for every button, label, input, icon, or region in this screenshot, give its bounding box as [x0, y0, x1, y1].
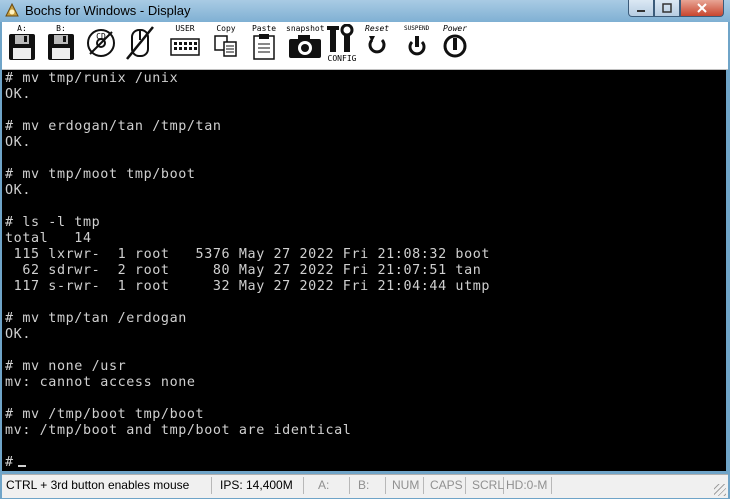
copy-label: Copy	[216, 24, 236, 33]
console-line: # ls -l tmp	[5, 215, 101, 230]
suspend-label: SUSPEND	[404, 25, 430, 32]
window-controls	[628, 0, 724, 18]
bochs-app-icon	[5, 3, 19, 17]
copy-button[interactable]: Copy	[212, 24, 240, 66]
console-line: total 14	[5, 231, 92, 246]
snapshot-label: snapshot	[286, 24, 325, 33]
close-button[interactable]	[680, 0, 724, 17]
power-label: Power	[442, 24, 468, 33]
minimize-icon	[637, 10, 645, 12]
suspend-button[interactable]: SUSPEND	[404, 24, 429, 66]
mouse-disabled-icon	[126, 26, 154, 60]
console-prompt: #	[5, 455, 14, 470]
camera-icon	[289, 35, 322, 58]
console-line: 117 s-rwr- 1 root 32 May 27 2022 Fri 21:…	[5, 279, 491, 294]
floppy-a-label: A:	[17, 24, 27, 33]
maximize-button[interactable]	[654, 0, 680, 17]
snapshot-button[interactable]: snapshot	[286, 24, 325, 66]
close-icon	[697, 3, 707, 13]
config-label: CONFIG	[327, 54, 357, 63]
console-line: 115 lxrwr- 1 root 5376 May 27 2022 Fri 2…	[5, 247, 491, 262]
config-button[interactable]: CONFIG	[327, 24, 357, 66]
user-button[interactable]: USER	[170, 24, 200, 66]
window-title: Bochs for Windows - Display	[25, 3, 191, 18]
paste-button[interactable]: Paste	[250, 24, 278, 66]
console-line: # mv /tmp/boot tmp/boot	[5, 407, 205, 422]
status-ips: IPS: 14,400M	[216, 477, 304, 494]
console-line: mv: cannot access none	[5, 375, 196, 390]
console-line: OK.	[5, 327, 31, 342]
user-label: USER	[175, 24, 195, 33]
console-line: OK.	[5, 87, 31, 102]
status-floppy-a: A:	[314, 477, 350, 494]
power-button[interactable]: Power	[442, 24, 468, 66]
title-bar[interactable]: Bochs for Windows - Display	[0, 0, 730, 22]
cdrom-button[interactable]: CD	[86, 24, 116, 66]
status-num-lock: NUM	[388, 477, 424, 494]
status-scroll-lock: SCRL	[468, 477, 504, 494]
status-bar: CTRL + 3rd button enables mouse IPS: 14,…	[2, 474, 728, 498]
console-line: OK.	[5, 183, 31, 198]
status-hd: HD:0-M	[504, 477, 552, 494]
paste-icon	[253, 34, 275, 60]
floppy-icon	[48, 34, 74, 60]
toolbar: A: B: CD USER Copy Paste snapshot CONFIG…	[2, 22, 728, 70]
reset-label: Reset	[365, 24, 390, 33]
reset-button[interactable]: Reset	[365, 24, 389, 66]
minimize-button[interactable]	[628, 0, 654, 17]
floppy-b-button[interactable]: B:	[46, 24, 76, 66]
console-prompt-line: #	[5, 455, 726, 471]
maximize-icon	[662, 3, 672, 13]
console-line: # mv tmp/runix /unix	[5, 71, 179, 86]
floppy-a-button[interactable]: A:	[7, 24, 37, 66]
mouse-toggle-button[interactable]	[124, 24, 156, 66]
copy-icon	[214, 35, 237, 57]
resize-grip[interactable]	[714, 484, 726, 496]
reset-icon	[368, 36, 386, 54]
floppy-icon	[9, 34, 35, 60]
console-line: # mv none /usr	[5, 359, 127, 374]
paste-label: Paste	[251, 24, 277, 33]
console-line: mv: /tmp/boot and tmp/boot are identical	[5, 423, 352, 438]
console-line: # mv tmp/tan /erdogan	[5, 311, 187, 326]
status-hint: CTRL + 3rd button enables mouse	[2, 477, 212, 494]
power-icon	[443, 34, 467, 58]
keyboard-icon	[170, 38, 200, 56]
console-line: # mv erdogan/tan /tmp/tan	[5, 119, 222, 134]
status-floppy-b: B:	[354, 477, 386, 494]
console-line: # mv tmp/moot tmp/boot	[5, 167, 196, 182]
vga-console[interactable]: # mv tmp/runix /unix OK. # mv erdogan/ta…	[2, 70, 726, 471]
console-line: 62 sdrwr- 2 root 80 May 27 2022 Fri 21:0…	[5, 263, 482, 278]
console-line: OK.	[5, 135, 31, 150]
floppy-b-label: B:	[56, 24, 66, 33]
suspend-icon	[408, 36, 426, 56]
cdrom-icon: CD	[87, 29, 115, 57]
bochs-window: Bochs for Windows - Display A: B: CD USE…	[0, 0, 730, 499]
config-icon	[327, 24, 354, 52]
status-caps-lock: CAPS	[426, 477, 466, 494]
text-cursor	[17, 465, 26, 467]
